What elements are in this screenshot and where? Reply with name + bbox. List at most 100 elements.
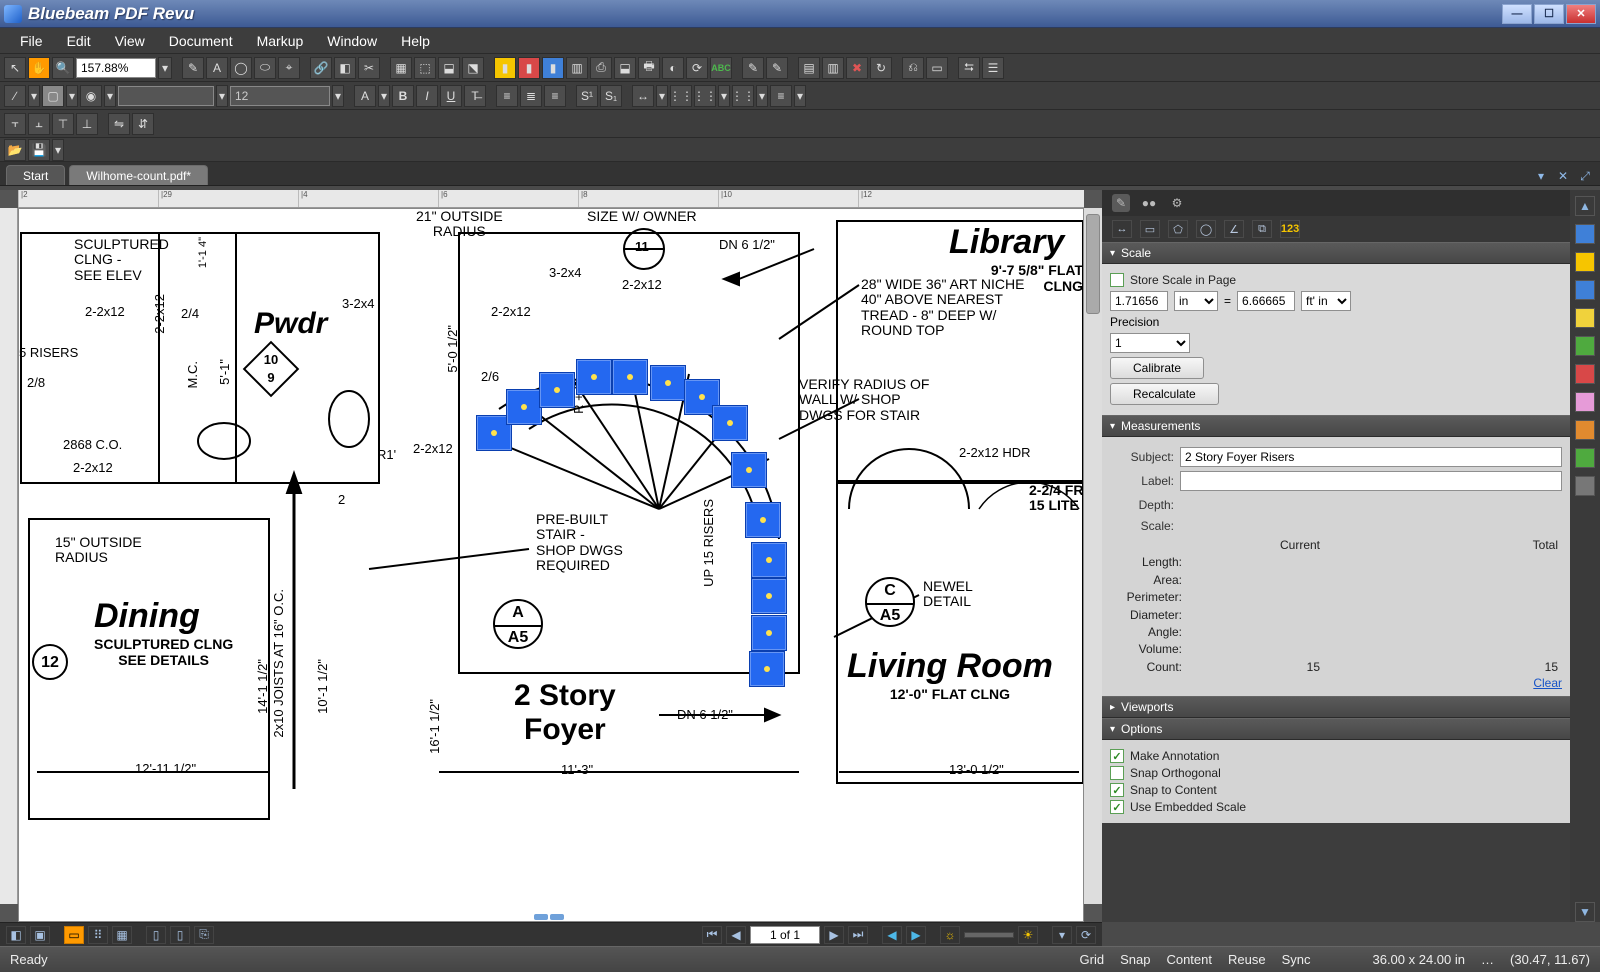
menu-document[interactable]: Document	[157, 29, 245, 53]
window-minimize-button[interactable]: —	[1502, 4, 1532, 24]
shape-tool-icon[interactable]: ◯	[230, 57, 252, 79]
count-marker[interactable]	[751, 542, 787, 578]
area-tool-icon[interactable]: ▭	[1140, 220, 1160, 238]
zoom-dropdown-icon[interactable]: ▾	[158, 57, 172, 79]
count-marker[interactable]	[576, 359, 612, 395]
nav-icon[interactable]: ⟳	[1076, 926, 1096, 944]
section-measurements-header[interactable]: ▾ Measurements	[1102, 415, 1570, 437]
nav-first-icon[interactable]: ⏮	[702, 926, 722, 944]
print-tool-icon[interactable]: 🖶	[638, 57, 660, 79]
calibrate-button[interactable]: Calibrate	[1110, 357, 1204, 379]
recalculate-button[interactable]: Recalculate	[1110, 383, 1219, 405]
dropdown-icon[interactable]: ▾	[378, 85, 390, 107]
tool-icon[interactable]: ◧	[334, 57, 356, 79]
dropdown-icon[interactable]: ▾	[66, 85, 78, 107]
precision-select[interactable]: 1	[1110, 333, 1190, 353]
tool-icon[interactable]: ⟳	[686, 57, 708, 79]
window-close-button[interactable]: ✕	[1566, 4, 1596, 24]
side-tool-icon[interactable]	[1575, 252, 1595, 272]
perimeter-tool-icon[interactable]: ◯	[1196, 220, 1216, 238]
scale-unit-right-select[interactable]: ft' in	[1301, 291, 1351, 311]
menu-window[interactable]: Window	[315, 29, 389, 53]
dimmer-icon[interactable]: ☀	[1018, 926, 1038, 944]
dropdown-icon[interactable]: ▾	[52, 139, 64, 161]
opt-make-annotation[interactable]: ✓Make Annotation	[1110, 749, 1562, 763]
status-content-toggle[interactable]: Content	[1166, 952, 1212, 967]
opacity-icon[interactable]: ◉	[80, 85, 102, 107]
dropdown-icon[interactable]: ▾	[756, 85, 768, 107]
tool-icon[interactable]: ▤	[798, 57, 820, 79]
scale-left-input[interactable]	[1110, 291, 1168, 311]
tool-icon[interactable]: ⬓	[614, 57, 636, 79]
nav-forward-icon[interactable]: ▶	[906, 926, 926, 944]
font-name-input[interactable]	[118, 86, 214, 106]
text-tool-icon[interactable]: A	[206, 57, 228, 79]
scale-unit-left-select[interactable]: in	[1174, 291, 1218, 311]
side-collapse-icon[interactable]: ▼	[1575, 902, 1595, 922]
list-icon[interactable]: ⋮⋮	[670, 85, 692, 107]
tool-icon[interactable]: ✎	[742, 57, 764, 79]
tool-icon[interactable]: ◐	[662, 57, 684, 79]
subscript-icon[interactable]: S₁	[600, 85, 622, 107]
scrollbar-thumb[interactable]	[1086, 214, 1100, 314]
length-tool-icon[interactable]: ↔	[1112, 220, 1132, 238]
tool-icon[interactable]: ✎	[766, 57, 788, 79]
side-tool-icon[interactable]	[1575, 224, 1595, 244]
strike-icon[interactable]: T̶	[464, 85, 486, 107]
nav-last-icon[interactable]: ⏭	[848, 926, 868, 944]
align-icon[interactable]: ⫠	[28, 113, 50, 135]
tool-icon[interactable]: ⬭	[254, 57, 276, 79]
status-reuse-toggle[interactable]: Reuse	[1228, 952, 1266, 967]
section-scale-header[interactable]: ▾ Scale	[1102, 242, 1570, 264]
tool-icon[interactable]: ↻	[870, 57, 892, 79]
splitter-handle[interactable]	[534, 914, 568, 922]
menu-markup[interactable]: Markup	[245, 29, 316, 53]
list-icon[interactable]: ⋮⋮	[732, 85, 754, 107]
tool-icon[interactable]: ⬓	[438, 57, 460, 79]
opt-snap-content[interactable]: ✓Snap to Content	[1110, 783, 1562, 797]
nav-icon[interactable]: ▾	[1052, 926, 1072, 944]
tool-icon[interactable]: ▭	[926, 57, 948, 79]
tool-icon[interactable]: ▥	[566, 57, 588, 79]
align-icon[interactable]: ⊤	[52, 113, 74, 135]
dropdown-icon[interactable]: ▾	[28, 85, 40, 107]
tool-icon[interactable]: ▦	[390, 57, 412, 79]
tool-icon[interactable]: ✂	[358, 57, 380, 79]
side-tool-icon[interactable]	[1575, 476, 1595, 496]
fill-color-icon[interactable]: ▢	[42, 85, 64, 107]
zoom-input[interactable]	[76, 58, 156, 78]
list-icon[interactable]: ≡	[770, 85, 792, 107]
open-icon[interactable]: 📂	[4, 139, 26, 161]
side-tool-icon[interactable]	[1575, 308, 1595, 328]
side-tool-icon[interactable]	[1575, 448, 1595, 468]
drawing-page[interactable]: Library 9'-7 5/8" FLAT CLNG Pwdr Dining …	[18, 208, 1084, 922]
pen-tool-icon[interactable]: ✎	[182, 57, 204, 79]
panel-tab-pen-icon[interactable]: ✎	[1112, 194, 1130, 212]
tool-icon[interactable]: ⬔	[462, 57, 484, 79]
align-left-icon[interactable]: ≡	[496, 85, 518, 107]
side-tool-icon[interactable]	[1575, 420, 1595, 440]
angle-tool-icon[interactable]: ⧉	[1252, 220, 1272, 238]
underline-icon[interactable]: U	[440, 85, 462, 107]
count-marker[interactable]	[745, 502, 781, 538]
align-icon[interactable]: ⫟	[4, 113, 26, 135]
nav-prev-icon[interactable]: ◀	[726, 926, 746, 944]
delete-tool-icon[interactable]: ✖	[846, 57, 868, 79]
align-center-icon[interactable]: ≣	[520, 85, 542, 107]
menu-file[interactable]: File	[8, 29, 55, 53]
nav-icon[interactable]: ⎘	[194, 926, 214, 944]
tool-icon[interactable]: ▥	[822, 57, 844, 79]
menu-help[interactable]: Help	[389, 29, 442, 53]
panel-tab-layers-icon[interactable]: ●●	[1140, 194, 1158, 212]
count-marker[interactable]	[712, 405, 748, 441]
tool-icon[interactable]: ⌖	[278, 57, 300, 79]
diameter-tool-icon[interactable]: ∠	[1224, 220, 1244, 238]
scale-right-input[interactable]	[1237, 291, 1295, 311]
tool-icon[interactable]: ▮	[494, 57, 516, 79]
tab-start[interactable]: Start	[6, 165, 65, 185]
nav-icon[interactable]: ▣	[30, 926, 50, 944]
font-size-input[interactable]	[230, 86, 330, 106]
dropdown-icon[interactable]: ▾	[216, 85, 228, 107]
store-scale-checkbox[interactable]: ✓ Store Scale in Page	[1110, 273, 1562, 287]
count-marker[interactable]	[751, 578, 787, 614]
